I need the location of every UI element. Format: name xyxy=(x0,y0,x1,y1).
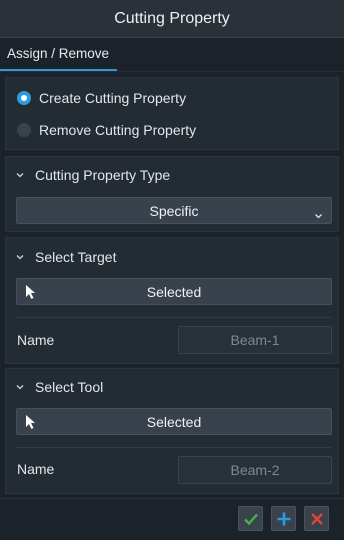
tool-name-label: Name xyxy=(17,461,55,477)
chevron-down-icon xyxy=(16,171,24,179)
apply-button[interactable] xyxy=(271,506,296,531)
target-name-label: Name xyxy=(17,332,55,348)
cutting-type-header-label: Cutting Property Type xyxy=(35,167,171,183)
dropdown-chevron-icon xyxy=(314,207,323,223)
chevron-down-icon xyxy=(16,383,24,391)
tool-name-field[interactable]: Beam-2 xyxy=(178,456,332,484)
tool-selector-button[interactable]: Selected xyxy=(16,408,332,435)
target-name-placeholder: Beam-1 xyxy=(230,332,280,348)
select-target-header-label: Select Target xyxy=(35,249,117,265)
ok-button[interactable] xyxy=(238,506,263,531)
create-cutting-property-option[interactable]: Create Cutting Property xyxy=(17,88,186,108)
target-selector-label: Selected xyxy=(146,283,202,300)
window-title: Cutting Property xyxy=(114,9,230,27)
chevron-down-icon xyxy=(16,253,24,261)
mode-panel: Create Cutting Property Remove Cutting P… xyxy=(5,77,339,150)
tool-name-placeholder: Beam-2 xyxy=(230,462,280,478)
select-tool-section-header[interactable]: Select Tool xyxy=(16,377,103,397)
divider xyxy=(16,447,332,448)
tab-bar: Assign / Remove xyxy=(0,38,344,72)
cutting-type-dropdown[interactable]: Specific xyxy=(16,197,332,224)
pointer-cursor-icon xyxy=(25,284,36,303)
select-target-panel: Select Target Selected Name Beam-1 xyxy=(5,237,339,364)
cutting-type-section-header[interactable]: Cutting Property Type xyxy=(16,165,170,185)
window-title-bar: Cutting Property xyxy=(0,0,344,38)
select-target-section-header[interactable]: Select Target xyxy=(16,247,116,267)
remove-cutting-property-option[interactable]: Remove Cutting Property xyxy=(17,120,196,140)
select-tool-panel: Select Tool Selected Name Beam-2 xyxy=(5,368,339,494)
target-name-field[interactable]: Beam-1 xyxy=(178,326,332,354)
remove-option-label: Remove Cutting Property xyxy=(39,122,197,138)
cutting-type-value: Specific xyxy=(149,202,199,219)
dialog-footer xyxy=(0,498,344,540)
check-icon xyxy=(243,513,258,525)
plus-icon xyxy=(277,512,290,525)
target-selector-button[interactable]: Selected xyxy=(16,278,332,305)
pointer-cursor-icon xyxy=(25,414,36,433)
close-icon xyxy=(310,512,323,525)
cutting-type-panel: Cutting Property Type Specific xyxy=(5,156,339,232)
tool-selector-label: Selected xyxy=(146,413,202,430)
divider xyxy=(16,317,332,318)
tab-assign-remove[interactable]: Assign / Remove xyxy=(0,38,117,71)
radio-selected-icon[interactable] xyxy=(17,91,31,105)
radio-unselected-icon[interactable] xyxy=(17,123,31,137)
cancel-button[interactable] xyxy=(304,506,329,531)
select-tool-header-label: Select Tool xyxy=(35,379,104,395)
create-option-label: Create Cutting Property xyxy=(39,90,187,106)
